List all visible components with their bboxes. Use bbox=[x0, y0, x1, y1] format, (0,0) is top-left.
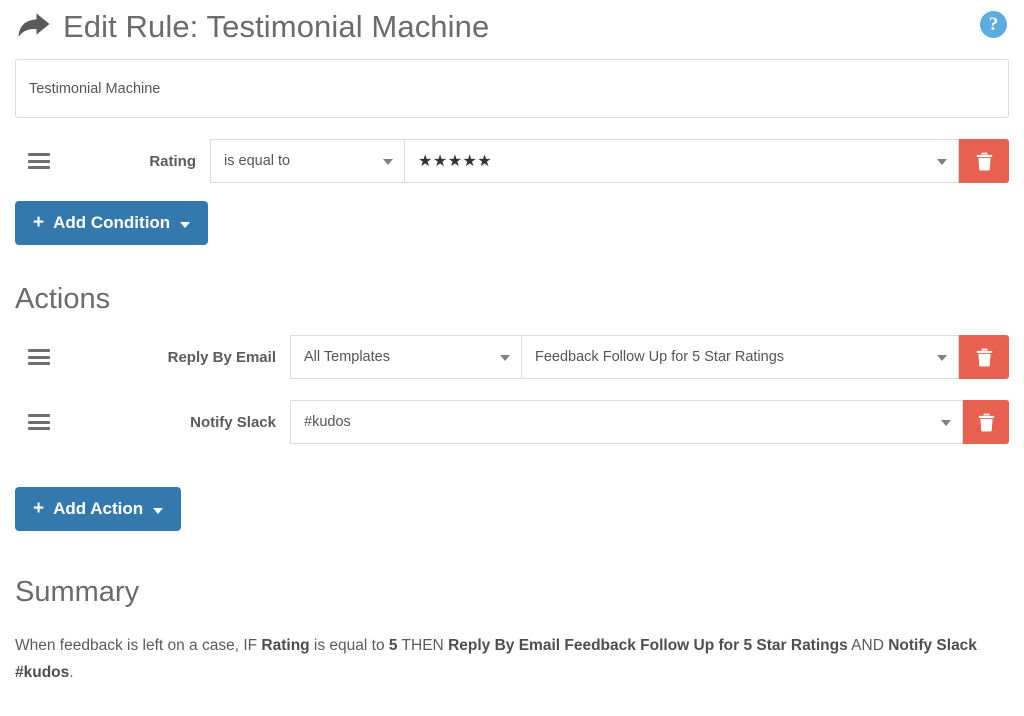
add-condition-label: Add Condition bbox=[53, 213, 171, 232]
condition-field-label: Rating bbox=[149, 152, 196, 170]
page-header: Edit Rule: Testimonial Machine ? bbox=[15, 0, 1009, 52]
add-action-wrapper: + Add Action bbox=[15, 487, 1009, 531]
summary-conjunction: AND bbox=[847, 637, 889, 654]
delete-action-button[interactable] bbox=[963, 400, 1009, 444]
summary-text: When feedback is left on a case, IF Rati… bbox=[15, 633, 1009, 686]
delete-action-button[interactable] bbox=[959, 335, 1009, 379]
slack-channel-value: #kudos bbox=[304, 414, 351, 430]
trash-icon bbox=[978, 413, 994, 431]
plus-icon: + bbox=[33, 211, 45, 233]
plus-icon: + bbox=[33, 497, 45, 519]
action-row-reply-by-email: Reply By Email All Templates Feedback Fo… bbox=[15, 335, 1009, 379]
hamburger-bars bbox=[28, 346, 50, 369]
rule-name-input[interactable] bbox=[15, 59, 1009, 118]
trash-icon bbox=[976, 152, 992, 170]
chevron-down-icon bbox=[180, 222, 191, 228]
page-title: Edit Rule: Testimonial Machine bbox=[63, 8, 490, 44]
share-arrow-icon bbox=[18, 13, 50, 37]
action-type-label: Reply By Email bbox=[167, 348, 276, 366]
slack-channel-select[interactable]: #kudos bbox=[290, 400, 963, 444]
chevron-down-icon bbox=[937, 355, 947, 361]
chevron-down-icon bbox=[941, 420, 951, 426]
chevron-down-icon bbox=[937, 159, 947, 165]
chevron-down-icon bbox=[500, 355, 510, 361]
action-row-notify-slack: Notify Slack #kudos bbox=[15, 400, 1009, 444]
add-condition-wrapper: + Add Condition bbox=[15, 201, 1009, 245]
summary-action-one: Reply By Email Feedback Follow Up for 5 … bbox=[448, 637, 848, 654]
action-type-label: Notify Slack bbox=[190, 413, 276, 431]
chevron-down-icon bbox=[383, 159, 393, 165]
chevron-down-icon bbox=[153, 508, 164, 514]
condition-value-select[interactable]: ★★★★★ bbox=[405, 139, 959, 183]
condition-operator-value: is equal to bbox=[224, 153, 291, 169]
drag-handle-icon[interactable] bbox=[15, 400, 63, 444]
condition-operator-select[interactable]: is equal to bbox=[210, 139, 405, 183]
add-action-button[interactable]: + Add Action bbox=[15, 487, 182, 531]
hamburger-bars bbox=[28, 150, 50, 173]
actions-heading: Actions bbox=[15, 283, 111, 315]
email-template-select[interactable]: Feedback Follow Up for 5 Star Ratings bbox=[522, 335, 959, 379]
add-condition-button[interactable]: + Add Condition bbox=[15, 201, 209, 245]
drag-handle-icon[interactable] bbox=[15, 139, 63, 183]
summary-condition-field: Rating bbox=[261, 637, 310, 654]
summary-intro: When feedback is left on a case, IF bbox=[15, 637, 262, 654]
email-template-value: Feedback Follow Up for 5 Star Ratings bbox=[535, 349, 785, 365]
summary-heading: Summary bbox=[15, 576, 140, 608]
condition-row: Rating is equal to ★★★★★ bbox=[15, 139, 1009, 183]
summary-then: THEN bbox=[397, 637, 449, 654]
email-template-group-select[interactable]: All Templates bbox=[290, 335, 522, 379]
delete-condition-button[interactable] bbox=[959, 139, 1009, 183]
email-template-group-value: All Templates bbox=[304, 349, 390, 365]
help-icon[interactable]: ? bbox=[980, 11, 1007, 38]
summary-condition-value: 5 bbox=[388, 637, 398, 654]
hamburger-bars bbox=[28, 411, 50, 434]
drag-handle-icon[interactable] bbox=[15, 335, 63, 379]
trash-icon bbox=[976, 348, 992, 366]
summary-operator: is equal to bbox=[309, 637, 389, 654]
edit-rule-page: Edit Rule: Testimonial Machine ? Rating … bbox=[0, 0, 1024, 716]
add-action-label: Add Action bbox=[53, 499, 144, 518]
summary-period: . bbox=[69, 663, 74, 681]
condition-value-stars: ★★★★★ bbox=[418, 153, 493, 170]
